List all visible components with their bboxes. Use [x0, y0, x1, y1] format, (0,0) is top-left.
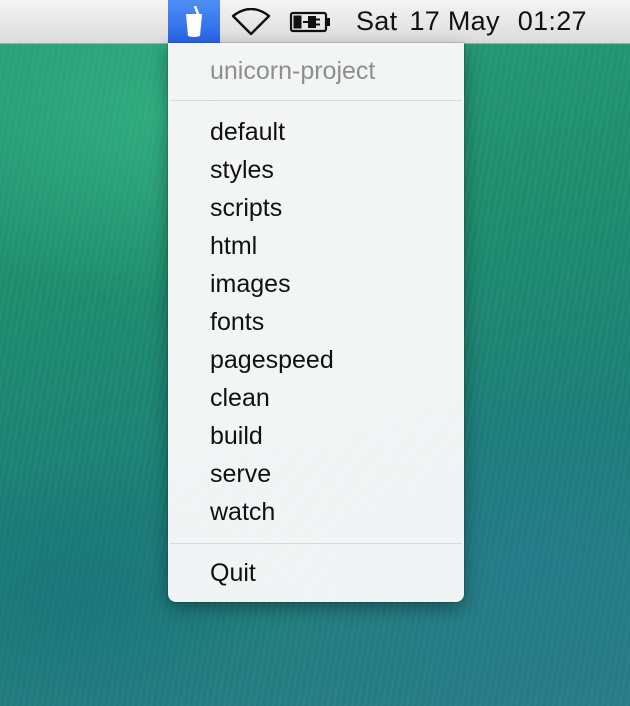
menu-item-images[interactable]: images [168, 265, 464, 303]
menu-item-clean[interactable]: clean [168, 379, 464, 417]
menu-item-fonts[interactable]: fonts [168, 303, 464, 341]
menu-item-serve[interactable]: serve [168, 455, 464, 493]
wifi-status[interactable] [226, 0, 276, 43]
menu-separator [170, 100, 462, 101]
status-item-cup[interactable] [168, 0, 220, 43]
clock-time: 01:27 [517, 6, 587, 36]
menu-item-styles[interactable]: styles [168, 151, 464, 189]
battery-status[interactable] [286, 0, 336, 43]
menu-separator [170, 543, 462, 544]
menu-item-scripts[interactable]: scripts [168, 189, 464, 227]
menu-item-watch[interactable]: watch [168, 493, 464, 531]
menu-bar: Sat 17 May 01:27 [0, 0, 630, 44]
battery-charging-icon [289, 11, 330, 32]
menu-item-html[interactable]: html [168, 227, 464, 265]
status-menu: unicorn-project default styles scripts h… [168, 43, 464, 602]
menu-item-build[interactable]: build [168, 417, 464, 455]
task-list: default styles scripts html images fonts… [168, 108, 464, 531]
quit-menu-item[interactable]: Quit [168, 554, 464, 592]
menu-item-pagespeed[interactable]: pagespeed [168, 341, 464, 379]
menu-bar-clock[interactable]: Sat 17 May 01:27 [356, 0, 616, 43]
menu-item-default[interactable]: default [168, 113, 464, 151]
clock-date: 17 May [409, 6, 500, 36]
wifi-icon [231, 7, 271, 35]
cup-icon [186, 5, 202, 37]
clock-day: Sat [356, 6, 398, 36]
menu-header: unicorn-project [210, 57, 376, 85]
